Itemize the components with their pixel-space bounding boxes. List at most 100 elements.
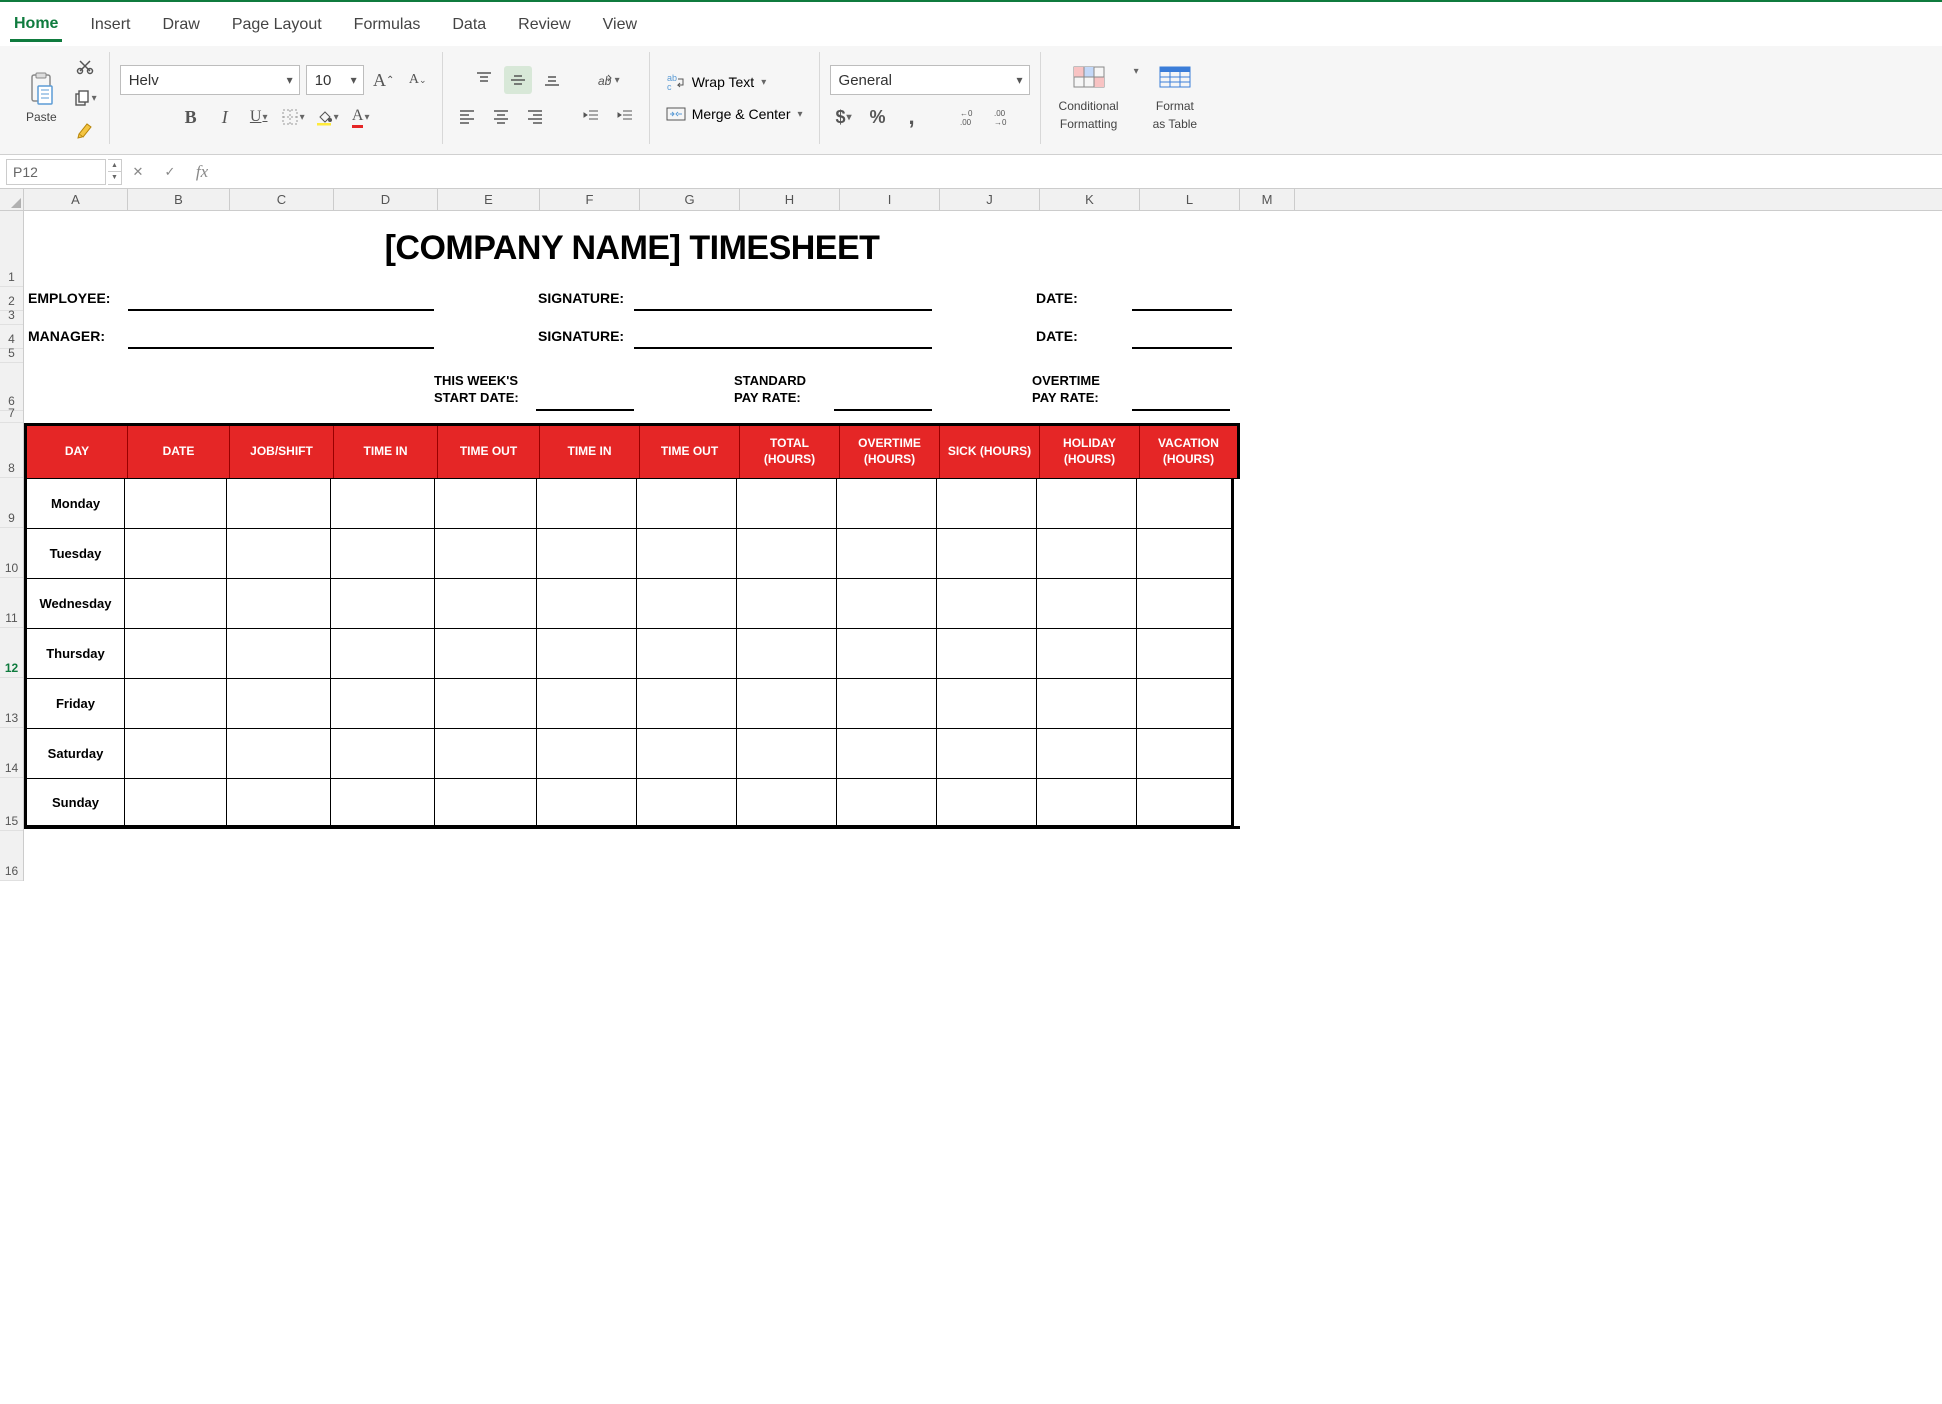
data-cell[interactable]	[1037, 579, 1137, 629]
data-cell[interactable]	[125, 529, 227, 579]
data-cell[interactable]	[435, 529, 537, 579]
data-cell[interactable]	[937, 479, 1037, 529]
row-header-6[interactable]: 6	[0, 363, 23, 411]
ot-rate-field[interactable]	[1132, 409, 1230, 411]
data-cell[interactable]	[737, 479, 837, 529]
data-cell[interactable]	[837, 579, 937, 629]
data-cell[interactable]	[637, 529, 737, 579]
data-cell[interactable]	[1037, 679, 1137, 729]
copy-button[interactable]: ▾	[71, 84, 99, 112]
day-cell[interactable]: Wednesday	[24, 579, 125, 629]
row-header-10[interactable]: 10	[0, 528, 23, 578]
week-start-field[interactable]	[536, 409, 634, 411]
col-header-C[interactable]: C	[230, 189, 334, 210]
row-header-12[interactable]: 12	[0, 628, 23, 678]
data-cell[interactable]	[1137, 529, 1234, 579]
day-cell[interactable]: Monday	[24, 479, 125, 529]
data-cell[interactable]	[435, 679, 537, 729]
data-cell[interactable]	[227, 779, 331, 826]
merge-center-button[interactable]: Merge & Center▾	[660, 103, 809, 125]
cut-button[interactable]	[71, 52, 99, 80]
data-cell[interactable]	[331, 729, 435, 779]
data-cell[interactable]	[637, 679, 737, 729]
formula-input[interactable]	[218, 159, 1942, 185]
data-cell[interactable]	[435, 479, 537, 529]
data-cell[interactable]	[537, 629, 637, 679]
row-header-14[interactable]: 14	[0, 728, 23, 778]
col-header-L[interactable]: L	[1140, 189, 1240, 210]
bold-button[interactable]: B	[177, 103, 205, 131]
col-header-M[interactable]: M	[1240, 189, 1295, 210]
borders-button[interactable]: ▾	[279, 103, 307, 131]
increase-font-button[interactable]: A⌃	[370, 66, 398, 94]
data-cell[interactable]	[227, 529, 331, 579]
align-left-button[interactable]	[453, 102, 481, 130]
accept-formula-button[interactable]: ✓	[154, 159, 186, 185]
data-cell[interactable]	[435, 779, 537, 826]
font-color-button[interactable]: A▾	[347, 103, 375, 131]
data-cell[interactable]	[1137, 779, 1234, 826]
tab-draw[interactable]: Draw	[158, 8, 203, 40]
day-cell[interactable]: Sunday	[24, 779, 125, 826]
data-cell[interactable]	[937, 529, 1037, 579]
italic-button[interactable]: I	[211, 103, 239, 131]
std-rate-field[interactable]	[834, 409, 932, 411]
data-cell[interactable]	[537, 779, 637, 826]
increase-indent-button[interactable]	[611, 102, 639, 130]
comma-button[interactable]: ,	[898, 103, 926, 131]
emp-date-field[interactable]	[1132, 287, 1232, 311]
employee-field[interactable]	[128, 287, 434, 311]
decrease-decimal-button[interactable]: .00→0	[992, 103, 1020, 131]
number-format-select[interactable]: General	[830, 65, 1030, 95]
data-cell[interactable]	[227, 579, 331, 629]
name-box[interactable]: P12	[6, 159, 106, 185]
data-cell[interactable]	[837, 679, 937, 729]
format-as-table-button[interactable]: Format as Table	[1145, 63, 1205, 134]
data-cell[interactable]	[837, 529, 937, 579]
format-painter-button[interactable]	[71, 116, 99, 144]
data-cell[interactable]	[1137, 629, 1234, 679]
currency-button[interactable]: $▾	[830, 103, 858, 131]
data-cell[interactable]	[125, 679, 227, 729]
col-header-A[interactable]: A	[24, 189, 128, 210]
data-cell[interactable]	[937, 629, 1037, 679]
data-cell[interactable]	[637, 729, 737, 779]
wrap-text-button[interactable]: abc Wrap Text▾	[660, 71, 773, 93]
data-cell[interactable]	[837, 729, 937, 779]
cancel-formula-button[interactable]: ✕	[122, 159, 154, 185]
data-cell[interactable]	[1037, 529, 1137, 579]
data-cell[interactable]	[1137, 679, 1234, 729]
increase-decimal-button[interactable]: ←0.00	[958, 103, 986, 131]
data-cell[interactable]	[435, 579, 537, 629]
data-cell[interactable]	[435, 629, 537, 679]
fill-color-button[interactable]: ▾	[313, 103, 341, 131]
day-cell[interactable]: Tuesday	[24, 529, 125, 579]
data-cell[interactable]	[125, 729, 227, 779]
align-middle-button[interactable]	[504, 66, 532, 94]
row-header-3[interactable]: 3	[0, 311, 23, 325]
col-header-H[interactable]: H	[740, 189, 840, 210]
data-cell[interactable]	[637, 779, 737, 826]
data-cell[interactable]	[537, 579, 637, 629]
data-cell[interactable]	[637, 579, 737, 629]
underline-button[interactable]: U ▾	[245, 103, 273, 131]
data-cell[interactable]	[331, 479, 435, 529]
col-header-K[interactable]: K	[1040, 189, 1140, 210]
data-cell[interactable]	[125, 629, 227, 679]
data-cell[interactable]	[737, 779, 837, 826]
tab-insert[interactable]: Insert	[86, 8, 134, 40]
tab-formulas[interactable]: Formulas	[350, 8, 425, 40]
data-cell[interactable]	[1137, 479, 1234, 529]
decrease-font-button[interactable]: A⌄	[404, 66, 432, 94]
col-header-J[interactable]: J	[940, 189, 1040, 210]
data-cell[interactable]	[331, 629, 435, 679]
day-cell[interactable]: Thursday	[24, 629, 125, 679]
orientation-button[interactable]: ab▾	[594, 66, 622, 94]
data-cell[interactable]	[227, 729, 331, 779]
align-right-button[interactable]	[521, 102, 549, 130]
col-header-D[interactable]: D	[334, 189, 438, 210]
tab-page-layout[interactable]: Page Layout	[228, 8, 326, 40]
align-center-button[interactable]	[487, 102, 515, 130]
row-header-15[interactable]: 15	[0, 778, 23, 831]
sheet-grid[interactable]: 1 2 3 4 5 6 7 8 9 10 11 12 13 14 15 16 […	[0, 211, 1942, 881]
